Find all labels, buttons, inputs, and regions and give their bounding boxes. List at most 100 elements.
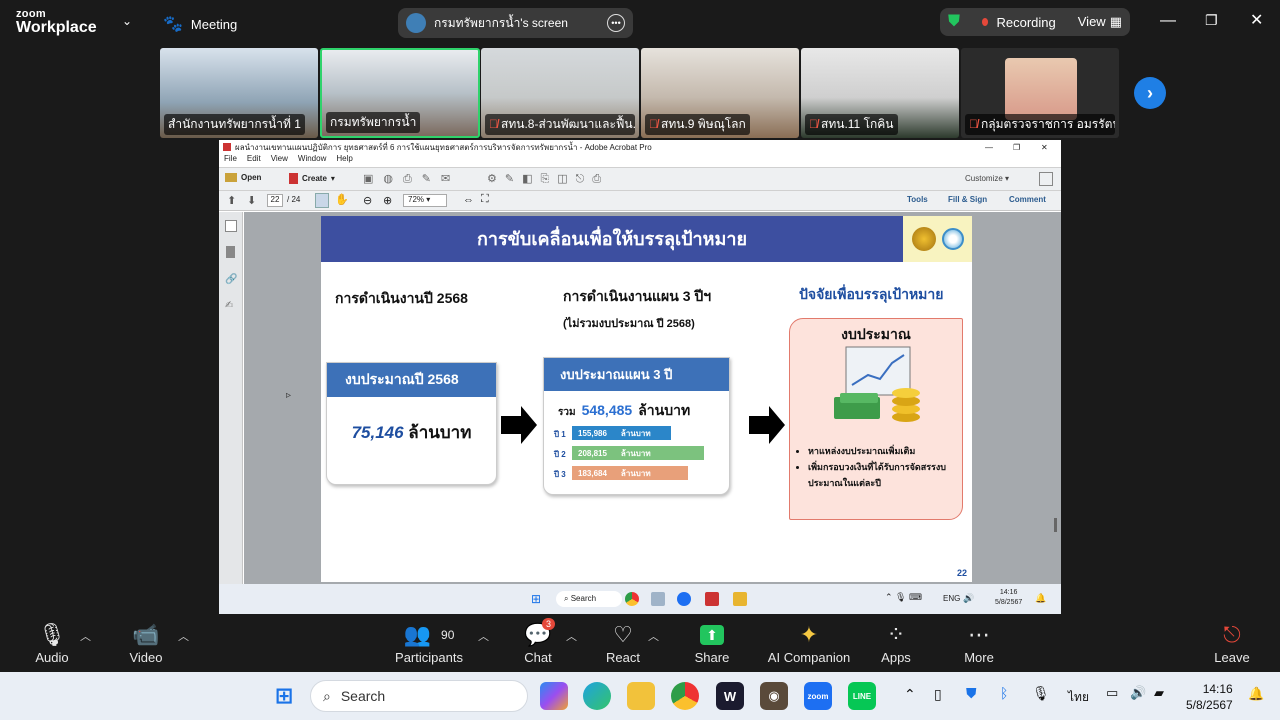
file-explorer-icon[interactable] [627, 682, 655, 710]
more-button[interactable]: ⋯ More [957, 620, 1001, 665]
fill-sign-tab[interactable]: Fill & Sign [948, 195, 987, 204]
year-bar-label: ปี 3 [554, 470, 566, 479]
participant-tile[interactable]: 🎙̸ สทน.8-ส่วนพัฒนาและฟื้น... [481, 48, 639, 138]
volume-icon[interactable]: 🔊 [1130, 685, 1146, 701]
hand-tool-icon[interactable]: ✋ [335, 193, 349, 206]
participant-tile[interactable]: 🎙̸ สทน.9 พิษณุโลก [641, 48, 799, 138]
signature-icon[interactable]: ✍ [225, 300, 233, 311]
window-close-icon[interactable]: ✕ [1041, 143, 1048, 152]
mic-tray-icon[interactable]: 🎙 [1032, 685, 1050, 702]
scrollbar-thumb[interactable] [1054, 518, 1057, 532]
close-icon[interactable]: ✕ [1250, 10, 1263, 30]
comment-tab[interactable]: Comment [1009, 195, 1046, 204]
chevron-down-icon[interactable]: ⌄ [122, 14, 132, 28]
line-app-icon[interactable]: LINE [848, 682, 876, 710]
windows-start-icon[interactable]: ⊞ [270, 682, 298, 710]
apps-button[interactable]: ⁘ Apps [874, 620, 918, 665]
minimize-icon[interactable]: — [1160, 12, 1176, 30]
security-icon[interactable]: ⛊ [966, 685, 977, 702]
usb-icon[interactable]: ▯ [934, 686, 942, 703]
shield-icon: ⛊ [948, 13, 961, 30]
battery-icon[interactable]: ▰ [1154, 685, 1164, 701]
menu-edit[interactable]: Edit [247, 154, 261, 166]
chat-button[interactable]: 💬 3 Chat [516, 618, 560, 665]
attachment-icon[interactable]: 🔗 [225, 274, 237, 285]
zoom-app-icon[interactable] [677, 592, 691, 606]
fit-page-icon[interactable]: ⛶ [481, 193, 489, 206]
file-explorer-icon[interactable] [733, 592, 747, 606]
taskbar-clock[interactable]: 14:16 5/8/2567 [1186, 681, 1233, 713]
menu-window[interactable]: Window [298, 154, 326, 166]
bluetooth-icon[interactable]: ᛒ [1000, 685, 1008, 701]
zoom-in-icon[interactable]: ⊕ [383, 194, 392, 207]
taskbar-search-box[interactable]: ⌕ Search [310, 680, 528, 712]
open-button[interactable]: Open [225, 173, 261, 182]
start-icon[interactable]: ⊞ [531, 592, 541, 606]
year-bar-row: ปี 3 183,684 ล้านบาท [554, 466, 724, 480]
zoom-out-icon[interactable]: ⊖ [363, 194, 372, 207]
menu-view[interactable]: View [271, 154, 288, 166]
menu-help[interactable]: Help [336, 154, 352, 166]
participant-photo [1005, 58, 1077, 120]
remote-lang[interactable]: ENG [943, 594, 960, 603]
meeting-info-button[interactable]: 🐾 Meeting [163, 14, 237, 34]
remote-search-box[interactable]: ⌕ Search [556, 591, 622, 607]
input-language[interactable]: ไทย [1068, 688, 1089, 707]
next-page-arrow-icon[interactable]: › [1134, 77, 1166, 109]
notification-bell-icon[interactable]: 🔔 [1248, 686, 1264, 702]
video-options-chevron-icon[interactable]: ︿ [178, 628, 189, 644]
share-status-pill[interactable]: กรมทรัพยากรน้ำ's screen ••• [398, 8, 633, 38]
react-button[interactable]: ♡ React [600, 620, 646, 665]
video-button[interactable]: 📹 Video [124, 620, 168, 665]
tray-icons[interactable]: ⌃ 🎙 ⌨ [885, 592, 922, 603]
participant-tile[interactable]: สำนักงานทรัพยากรน้ำที่ 1 [160, 48, 318, 138]
select-tool-icon[interactable] [315, 193, 329, 208]
menu-file[interactable]: File [224, 154, 237, 166]
webex-icon[interactable]: W [716, 682, 744, 710]
tray-overflow-icon[interactable]: ⌃ [904, 686, 916, 703]
chat-options-chevron-icon[interactable]: ︿ [566, 628, 577, 644]
bookmark-icon[interactable] [226, 246, 235, 258]
zoom-taskbar-icon[interactable]: zoom [804, 682, 832, 710]
audio-button[interactable]: 🎙 Audio [30, 620, 74, 665]
participant-name: 🎙̸ กลุ่มตรวจราชการ อมรรัตน์ [965, 114, 1115, 135]
notification-icon[interactable]: 🔔 [1035, 593, 1046, 604]
more-options-icon[interactable]: ••• [607, 14, 625, 32]
toolbar-icon-group-2[interactable]: ⚙✎◧⎘◫⎋⎙ [487, 172, 609, 186]
react-options-chevron-icon[interactable]: ︿ [648, 628, 659, 644]
leave-button[interactable]: ⎋ Leave [1210, 620, 1254, 665]
volume-icon[interactable]: 🔊 [963, 593, 974, 604]
camera-app-icon[interactable]: ◉ [760, 682, 788, 710]
fit-width-icon[interactable]: ⇔ [463, 194, 474, 206]
window-minimize-icon[interactable]: — [985, 143, 993, 152]
participant-tile-active[interactable]: กรมทรัพยากรน้ำ [320, 48, 480, 138]
tools-tab[interactable]: Tools [907, 195, 928, 204]
copilot-icon[interactable] [540, 682, 568, 710]
acrobat-app-icon[interactable] [705, 592, 719, 606]
ai-companion-button[interactable]: ✦ AI Companion [766, 620, 852, 665]
share-button[interactable]: ⬆ Share [690, 620, 734, 665]
view-button[interactable]: View ▦ [1078, 14, 1122, 30]
participants-button[interactable]: 👥 90 Participants [392, 620, 466, 665]
chrome-icon[interactable] [625, 592, 639, 606]
customize-dropdown[interactable]: Customize ▾ [965, 174, 1009, 183]
audio-options-chevron-icon[interactable]: ︿ [80, 628, 91, 644]
prev-page-icon[interactable]: ⬆ [227, 194, 236, 207]
restore-icon[interactable]: ❐ [1205, 12, 1218, 29]
participants-options-chevron-icon[interactable]: ︿ [478, 628, 489, 644]
page-number-input[interactable]: 22 [267, 194, 283, 207]
window-restore-icon[interactable]: ❐ [1013, 143, 1020, 152]
chrome-icon[interactable] [671, 682, 699, 710]
participant-tile[interactable]: 🎙̸ สทน.11 โกคิน [801, 48, 959, 138]
zoom-select[interactable]: 72% ▾ [403, 194, 447, 207]
participant-tile[interactable]: 🎙̸ กลุ่มตรวจราชการ อมรรัตน์ [961, 48, 1119, 138]
next-page-icon[interactable]: ⬇ [247, 194, 256, 207]
expand-icon[interactable] [1039, 172, 1053, 186]
toolbar-icon-group[interactable]: ▣◍⎙✎✉ [363, 172, 460, 186]
photos-icon[interactable] [651, 592, 665, 606]
create-button[interactable]: Create ▾ [289, 173, 335, 184]
remote-clock[interactable]: 14:16 5/8/2567 [995, 588, 1022, 608]
edge-icon[interactable] [583, 682, 611, 710]
page-thumbnails-icon[interactable] [225, 220, 237, 232]
network-icon[interactable]: ▭ [1106, 685, 1118, 701]
